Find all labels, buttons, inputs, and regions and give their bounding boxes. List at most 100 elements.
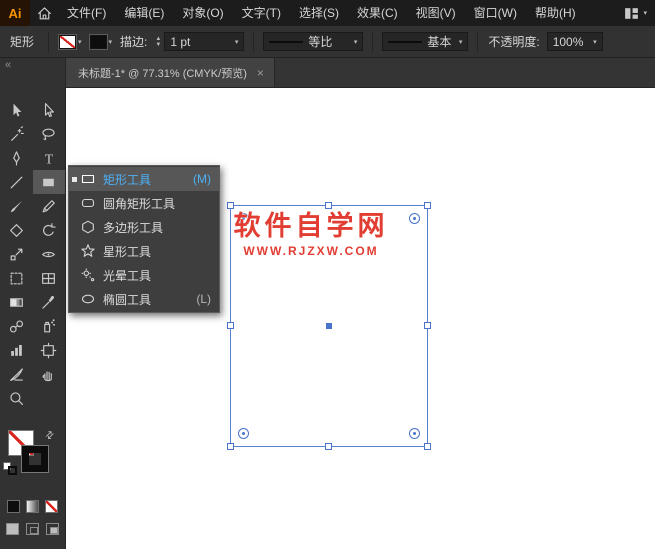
- mesh-tool[interactable]: [33, 266, 65, 290]
- chevron-down-icon: ▾: [109, 38, 113, 46]
- flyout-item-polygon-tool[interactable]: 多边形工具: [69, 215, 219, 239]
- tool-context-label: 矩形: [10, 33, 34, 50]
- gradient-tool[interactable]: [1, 290, 33, 314]
- artboard-tool[interactable]: [33, 338, 65, 362]
- zoom-tool[interactable]: [1, 386, 33, 410]
- flyout-item-rounded-rectangle-tool[interactable]: 圆角矩形工具: [69, 191, 219, 215]
- flare-icon: [80, 267, 96, 283]
- handle-top-right[interactable]: [424, 202, 431, 209]
- stroke-weight-stepper[interactable]: ▲▼: [155, 36, 161, 48]
- color-button[interactable]: [7, 500, 20, 513]
- free-transform-tool[interactable]: [1, 266, 33, 290]
- rectangle-tool[interactable]: [33, 170, 65, 194]
- star-icon: [80, 243, 96, 259]
- menu-object[interactable]: 对象(O): [173, 0, 232, 26]
- polygon-icon: [80, 219, 96, 235]
- flyout-item-shortcut: (M): [193, 172, 211, 186]
- handle-bottom-right[interactable]: [424, 443, 431, 450]
- opacity-text: 100%: [553, 35, 584, 49]
- width-tool[interactable]: [33, 242, 65, 266]
- flyout-item-rectangle-tool[interactable]: 矩形工具 (M): [69, 167, 219, 191]
- selected-rectangle[interactable]: [230, 205, 428, 447]
- corner-widget-top-right[interactable]: [409, 213, 420, 224]
- tab-close-icon[interactable]: ×: [257, 66, 264, 80]
- blend-tool[interactable]: [1, 314, 33, 338]
- symbol-sprayer-tool[interactable]: [33, 314, 65, 338]
- flyout-item-label: 椭圆工具: [103, 291, 151, 308]
- pencil-tool[interactable]: [33, 194, 65, 218]
- menu-file[interactable]: 文件(F): [58, 0, 115, 26]
- menu-view[interactable]: 视图(V): [407, 0, 465, 26]
- profile-text: 等比: [308, 33, 332, 50]
- corner-widget-bottom-right[interactable]: [409, 428, 420, 439]
- draw-mode-buttons: [0, 523, 65, 535]
- flyout-item-star-tool[interactable]: 星形工具: [69, 239, 219, 263]
- home-icon[interactable]: [30, 0, 58, 26]
- corner-widget-top-left[interactable]: [238, 213, 249, 224]
- eyedropper-tool[interactable]: [33, 290, 65, 314]
- flyout-item-label: 圆角矩形工具: [103, 195, 175, 212]
- direct-selection-tool[interactable]: [33, 98, 65, 122]
- chevron-down-icon: ▾: [354, 38, 358, 46]
- none-button[interactable]: [45, 500, 58, 513]
- rotate-tool[interactable]: [33, 218, 65, 242]
- paintbrush-tool[interactable]: [1, 194, 33, 218]
- chevron-down-icon: ▾: [643, 9, 647, 17]
- handle-bottom-center[interactable]: [325, 443, 332, 450]
- opacity-value[interactable]: 100% ▾: [547, 32, 603, 51]
- center-point[interactable]: [326, 323, 332, 329]
- app-logo[interactable]: Ai: [0, 0, 30, 26]
- document-tab[interactable]: 未标题-1* @ 77.31% (CMYK/预览) ×: [66, 58, 275, 87]
- stroke-weight-value[interactable]: 1 pt ▾: [164, 32, 244, 51]
- menu-select[interactable]: 选择(S): [290, 0, 348, 26]
- separator: [372, 32, 373, 52]
- stroke-profile-select[interactable]: 等比 ▾: [263, 32, 363, 51]
- handle-top-left[interactable]: [227, 202, 234, 209]
- flyout-item-ellipse-tool[interactable]: 椭圆工具 (L): [69, 287, 219, 311]
- menu-window[interactable]: 窗口(W): [465, 0, 526, 26]
- handle-bottom-left[interactable]: [227, 443, 234, 450]
- chevron-down-icon: ▾: [459, 38, 463, 46]
- draw-behind-button[interactable]: [26, 523, 39, 535]
- fill-color-control[interactable]: ▾: [59, 35, 82, 49]
- type-tool[interactable]: T: [33, 146, 65, 170]
- default-fill-stroke-icon[interactable]: [3, 462, 18, 475]
- panel-collapse-icon[interactable]: «: [0, 58, 65, 74]
- slice-tool[interactable]: [1, 362, 33, 386]
- handle-top-center[interactable]: [325, 202, 332, 209]
- swap-fill-stroke-icon[interactable]: ⇄: [43, 429, 57, 443]
- flyout-item-label: 星形工具: [103, 243, 151, 260]
- magic-wand-tool[interactable]: [1, 122, 33, 146]
- brush-line-icon: [388, 41, 422, 43]
- workspace-switcher[interactable]: ▾: [623, 0, 647, 26]
- stroke-color-control[interactable]: ▾: [90, 35, 113, 49]
- shaper-tool[interactable]: [1, 218, 33, 242]
- menu-edit[interactable]: 编辑(E): [115, 0, 173, 26]
- brush-select[interactable]: 基本 ▾: [382, 32, 468, 51]
- lasso-tool[interactable]: [33, 122, 65, 146]
- menu-effect[interactable]: 效果(C): [348, 0, 407, 26]
- paint-mode-buttons: [0, 500, 65, 513]
- handle-middle-right[interactable]: [424, 322, 431, 329]
- opacity-label: 不透明度:: [488, 33, 539, 50]
- stroke-weight-text: 1 pt: [170, 35, 190, 49]
- step-down-icon[interactable]: ▼: [155, 42, 161, 48]
- draw-normal-button[interactable]: [6, 523, 19, 535]
- rectangle-tool-flyout: 矩形工具 (M) 圆角矩形工具 多边形工具 星形工具 光晕工具 椭圆工具 (L): [68, 165, 220, 313]
- menu-help[interactable]: 帮助(H): [526, 0, 585, 26]
- pen-tool[interactable]: [1, 146, 33, 170]
- stroke-swatch[interactable]: [22, 446, 48, 472]
- rounded-rectangle-icon: [80, 195, 96, 211]
- line-tool[interactable]: [1, 170, 33, 194]
- draw-inside-button[interactable]: [46, 523, 59, 535]
- flyout-item-flare-tool[interactable]: 光晕工具: [69, 263, 219, 287]
- hand-tool[interactable]: [33, 362, 65, 386]
- scale-tool[interactable]: [1, 242, 33, 266]
- corner-widget-bottom-left[interactable]: [238, 428, 249, 439]
- selection-tool[interactable]: [1, 98, 33, 122]
- graph-tool[interactable]: [1, 338, 33, 362]
- gradient-button[interactable]: [26, 500, 39, 513]
- menu-type[interactable]: 文字(T): [233, 0, 290, 26]
- canvas[interactable]: 软件自学网 WWW.RJZXW.COM: [66, 88, 655, 549]
- handle-middle-left[interactable]: [227, 322, 234, 329]
